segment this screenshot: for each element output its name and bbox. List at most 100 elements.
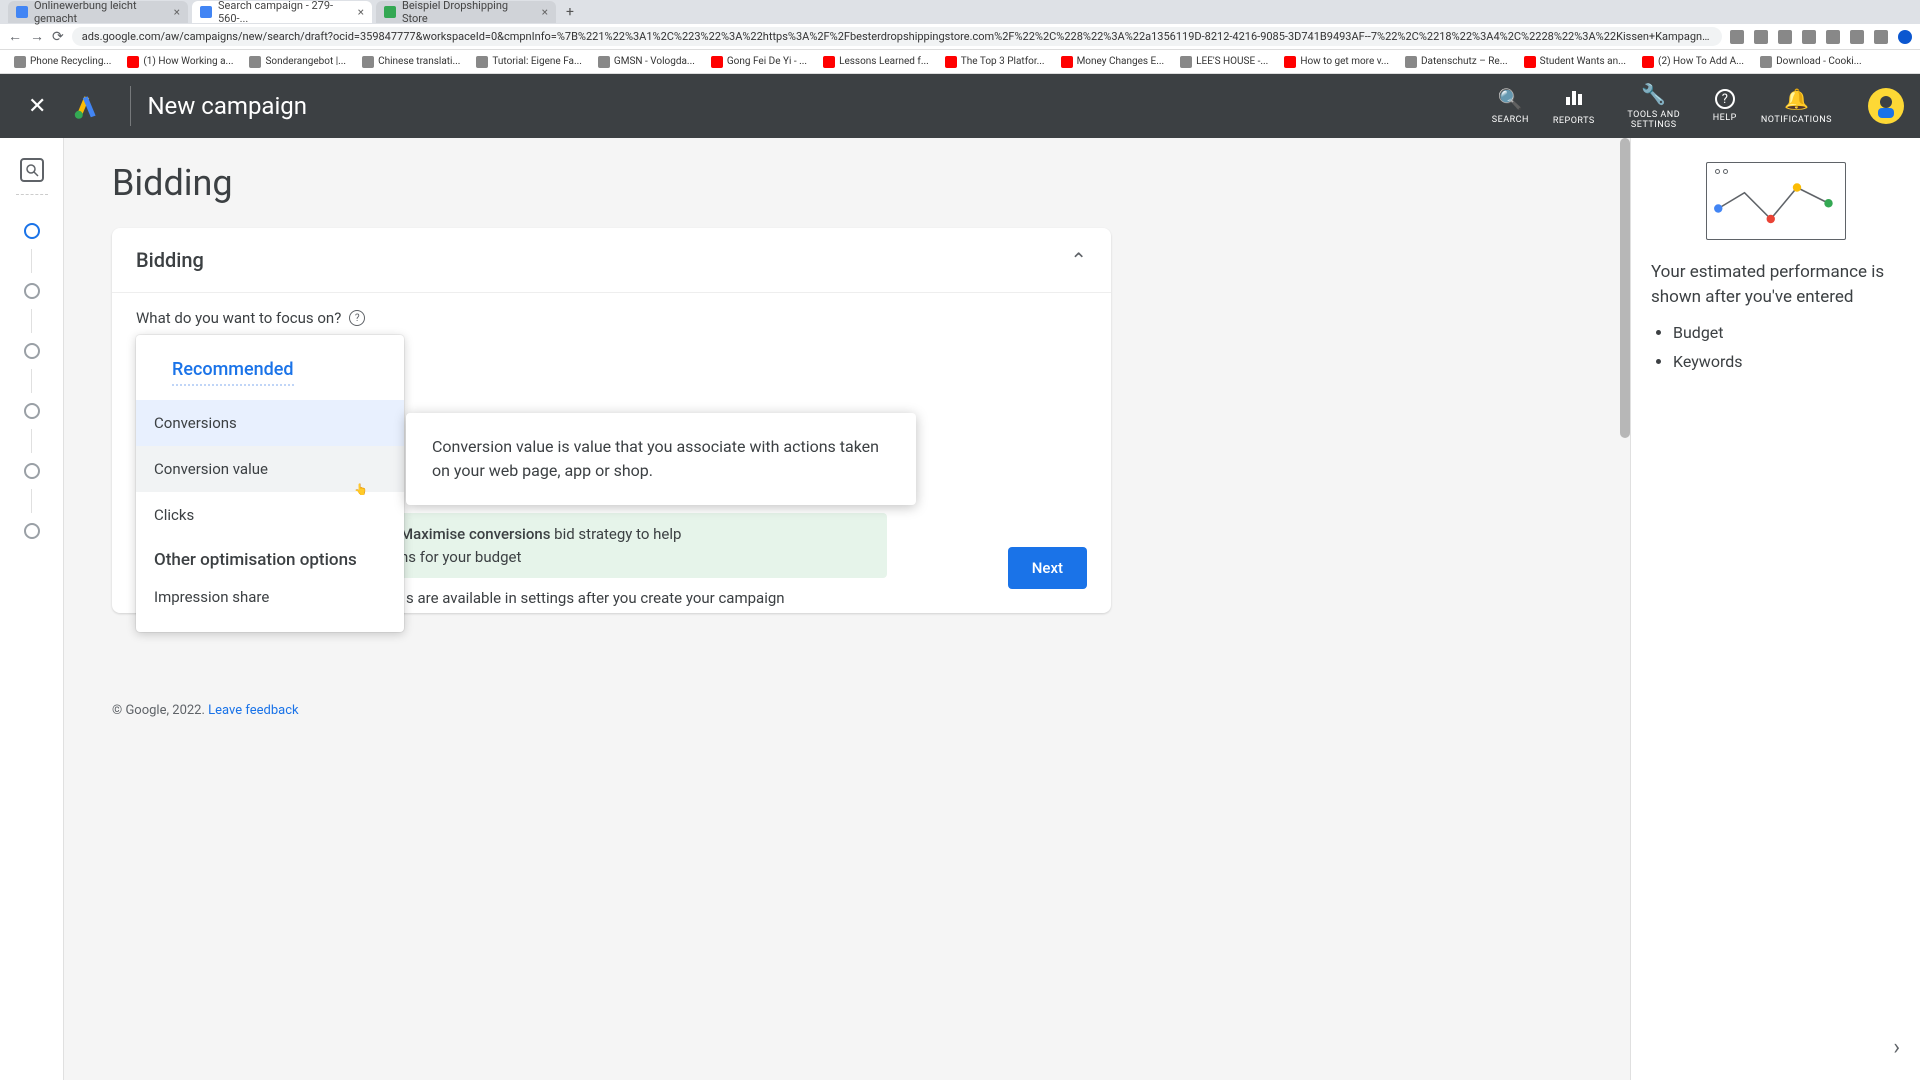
chevron-right-icon[interactable]: › — [1893, 1035, 1900, 1060]
extension-icon[interactable] — [1730, 30, 1744, 44]
content-area: Bidding Bidding ⌃ What do you want to fo… — [64, 138, 1630, 1080]
extension-icon[interactable] — [1802, 30, 1816, 44]
footer: © Google, 2022. Leave feedback — [112, 703, 1111, 718]
recommendation-banner: Maximise conversions bid strategy to hel… — [382, 513, 887, 578]
tab-label: Onlinewerbung leicht gemacht — [34, 0, 168, 25]
bookmark[interactable]: Phone Recycling... — [8, 54, 117, 70]
alt-strategies-text: s are available in settings after you cr… — [406, 589, 785, 607]
new-tab-button[interactable]: + — [560, 2, 580, 22]
browser-tab[interactable]: Search campaign - 279-560-... × — [192, 1, 372, 23]
bookmark[interactable]: How to get more v... — [1278, 54, 1395, 70]
chart-icon — [1564, 87, 1584, 112]
search-button[interactable]: 🔍 SEARCH — [1492, 87, 1529, 125]
card-header[interactable]: Bidding ⌃ — [112, 228, 1111, 293]
leave-feedback-link[interactable]: Leave feedback — [208, 703, 298, 718]
browser-tab[interactable]: Beispiel Dropshipping Store × — [376, 1, 556, 23]
dropdown-section-other: Other optimisation options — [136, 538, 404, 574]
dropdown-option-conversion-value[interactable]: Conversion value 👆 — [136, 446, 404, 492]
scrollbar[interactable] — [1620, 138, 1630, 438]
bidding-card: Bidding ⌃ What do you want to focus on? … — [112, 228, 1111, 613]
tools-settings-button[interactable]: 🔧 TOOLS AND SETTINGS — [1619, 82, 1689, 130]
bookmark[interactable]: Tutorial: Eigene Fa... — [470, 54, 588, 70]
extension-icon[interactable] — [1778, 30, 1792, 44]
close-icon[interactable]: × — [358, 5, 364, 19]
close-icon[interactable]: ✕ — [16, 94, 58, 119]
forward-icon[interactable]: → — [30, 28, 44, 45]
close-icon[interactable]: × — [542, 5, 548, 19]
avatar-icon — [1872, 92, 1900, 120]
bookmark[interactable]: Sonderangebot |... — [243, 54, 352, 70]
step-indicator[interactable] — [24, 223, 40, 239]
url-input[interactable]: ads.google.com/aw/campaigns/new/search/d… — [72, 27, 1722, 46]
extension-icon[interactable] — [1850, 30, 1864, 44]
bookmarks-bar: Phone Recycling... (1) How Working a... … — [0, 50, 1920, 74]
list-item: Keywords — [1673, 352, 1900, 371]
step-indicator[interactable] — [24, 283, 40, 299]
chevron-up-icon[interactable]: ⌃ — [1070, 248, 1087, 272]
dropdown-option-conversions[interactable]: Conversions — [136, 400, 404, 446]
dropdown-option-impression-share[interactable]: Impression share — [136, 574, 404, 620]
next-button[interactable]: Next — [1008, 547, 1087, 589]
bookmark[interactable]: Chinese translati... — [356, 54, 466, 70]
dropdown-option-clicks[interactable]: Clicks — [136, 492, 404, 538]
estimate-list: Budget Keywords — [1651, 323, 1900, 371]
profile-icon[interactable] — [1898, 30, 1912, 44]
bookmark[interactable]: GMSN - Vologda... — [592, 54, 701, 70]
tab-favicon — [384, 6, 396, 18]
extension-icon[interactable] — [1754, 30, 1768, 44]
extension-icons — [1730, 30, 1912, 44]
divider — [130, 86, 131, 126]
focus-label: What do you want to focus on? ? — [136, 309, 1087, 327]
dropdown-section-recommended: Recommended — [172, 351, 294, 386]
step-indicator[interactable] — [24, 463, 40, 479]
wrench-icon: 🔧 — [1641, 82, 1666, 106]
reports-button[interactable]: REPORTS — [1553, 87, 1595, 126]
browser-tabs: Onlinewerbung leicht gemacht × Search ca… — [0, 0, 1920, 24]
bookmark[interactable]: Download - Cooki... — [1754, 54, 1868, 70]
bookmark[interactable]: Gong Fei De Yi - ... — [705, 54, 813, 70]
close-icon[interactable]: × — [174, 5, 180, 19]
avatar[interactable] — [1868, 88, 1904, 124]
google-ads-logo-icon — [70, 90, 102, 122]
bookmark[interactable]: Datenschutz – Re... — [1399, 54, 1514, 70]
bookmark[interactable]: The Top 3 Platfor... — [939, 54, 1051, 70]
tab-favicon — [16, 6, 28, 18]
bookmark[interactable]: Money Changes E... — [1055, 54, 1171, 70]
bookmark[interactable]: Lessons Learned f... — [817, 54, 935, 70]
step-indicator[interactable] — [24, 343, 40, 359]
step-indicator[interactable] — [24, 523, 40, 539]
focus-dropdown: Recommended Conversions Conversion value… — [136, 335, 404, 632]
page-title: New campaign — [147, 92, 307, 120]
bookmark[interactable]: Student Wants an... — [1518, 54, 1632, 70]
left-rail — [0, 138, 64, 1080]
help-button[interactable]: ? HELP — [1713, 89, 1737, 123]
back-icon[interactable]: ← — [8, 28, 22, 45]
help-icon[interactable]: ? — [349, 310, 365, 326]
notifications-button[interactable]: 🔔 NOTIFICATIONS — [1761, 87, 1832, 125]
tooltip: Conversion value is value that you assoc… — [406, 413, 916, 505]
extension-icon[interactable] — [1826, 30, 1840, 44]
cursor-icon: 👆 — [354, 483, 368, 496]
estimate-text: Your estimated performance is shown afte… — [1651, 260, 1900, 309]
divider — [16, 194, 48, 195]
app-header: ✕ New campaign 🔍 SEARCH REPORTS 🔧 TOOLS … — [0, 74, 1920, 138]
search-icon: 🔍 — [1498, 87, 1523, 111]
section-heading: Bidding — [112, 162, 1111, 204]
bell-icon: 🔔 — [1784, 87, 1809, 111]
card-title: Bidding — [136, 248, 204, 272]
performance-panel: Your estimated performance is shown afte… — [1630, 138, 1920, 1080]
overview-icon[interactable] — [20, 158, 44, 182]
extension-icon[interactable] — [1874, 30, 1888, 44]
bookmark[interactable]: LEE'S HOUSE -... — [1174, 54, 1274, 70]
tab-label: Search campaign - 279-560-... — [218, 0, 352, 25]
bookmark[interactable]: (1) How Working a... — [121, 54, 239, 70]
performance-chart-icon — [1706, 162, 1846, 240]
bookmark[interactable]: (2) How To Add A... — [1636, 54, 1750, 70]
step-indicator[interactable] — [24, 403, 40, 419]
help-icon: ? — [1715, 89, 1735, 109]
browser-tab[interactable]: Onlinewerbung leicht gemacht × — [8, 1, 188, 23]
tab-favicon — [200, 6, 212, 18]
list-item: Budget — [1673, 323, 1900, 342]
reload-icon[interactable]: ⟳ — [52, 29, 64, 45]
tab-label: Beispiel Dropshipping Store — [402, 0, 536, 25]
